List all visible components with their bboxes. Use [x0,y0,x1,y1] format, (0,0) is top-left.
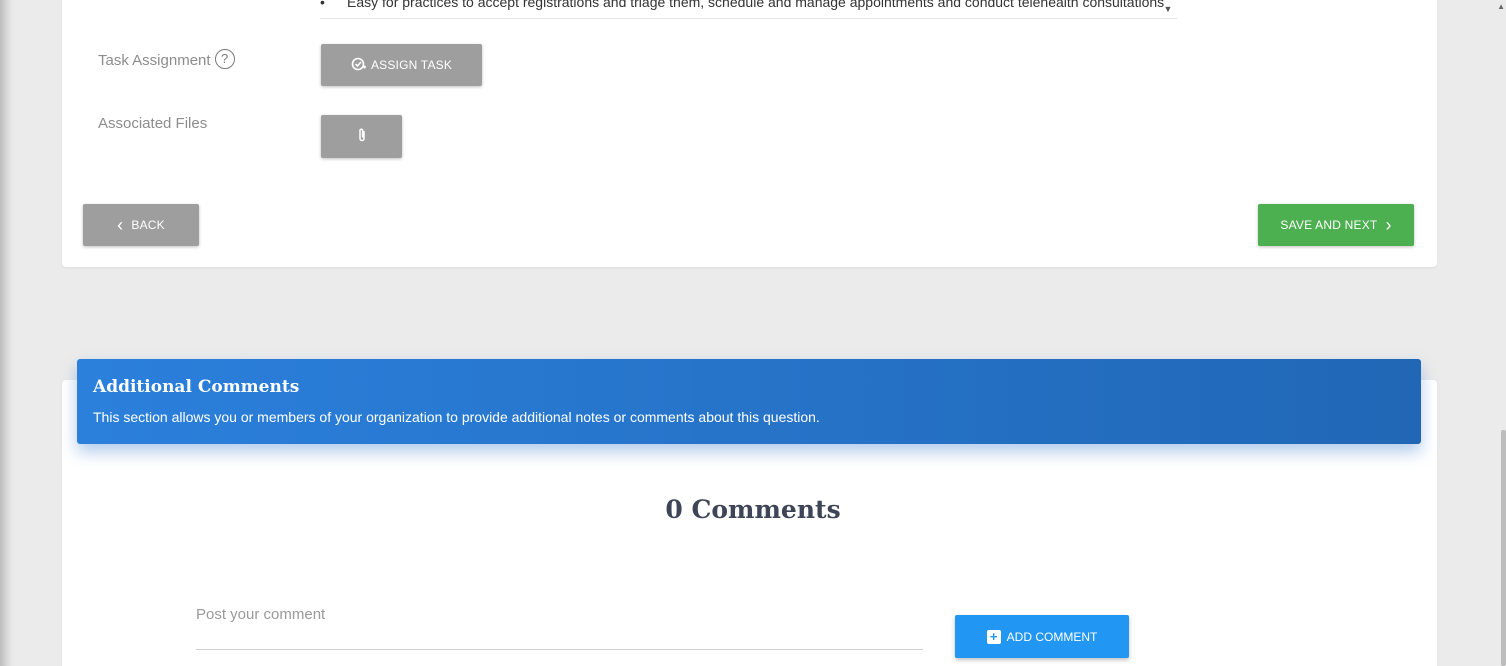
page: • Easy for practices to accept registrati… [0,0,1506,666]
save-and-next-label: SAVE AND NEXT [1280,218,1378,232]
assign-task-button[interactable]: ASSIGN TASK [321,44,482,86]
scrollbar-thumb[interactable] [1501,430,1506,666]
task-check-icon [351,57,367,74]
comments-header: Additional Comments This section allows … [77,359,1421,444]
left-edge-shadow [0,0,14,666]
caret-down-icon[interactable]: ▼ [1158,0,1178,19]
description-line: Easy for practices to accept registratio… [347,0,1165,10]
scroll-up-icon[interactable]: ▲ [1497,2,1505,11]
add-box-icon: + [986,629,1001,644]
save-and-next-button[interactable]: SAVE AND NEXT › [1258,204,1414,246]
question-card: • Easy for practices to accept registrati… [62,0,1437,267]
comments-subtitle: This section allows you or members of yo… [93,409,820,425]
task-assignment-label: Task Assignment? [98,49,235,69]
attach-file-button[interactable] [321,115,402,158]
description-text: • Easy for practices to accept registrati… [320,0,1177,10]
associated-files-label: Associated Files [98,115,208,132]
back-label: BACK [131,218,165,232]
bullet: • [320,0,325,10]
chevron-left-icon: ‹ [117,215,124,235]
back-button[interactable]: ‹ BACK [83,204,199,246]
comment-input[interactable] [196,600,923,650]
add-comment-label: ADD COMMENT [1006,629,1098,644]
task-assignment-text: Task Assignment [98,52,211,69]
paperclip-icon [357,127,367,146]
comments-title: Additional Comments [93,377,300,397]
chevron-right-icon: › [1385,215,1392,235]
assign-task-label: ASSIGN TASK [370,58,453,72]
comments-count: 0 Comments [665,495,841,524]
add-comment-button[interactable]: + ADD COMMENT [955,615,1129,658]
help-icon[interactable]: ? [214,49,235,69]
description-textbox[interactable]: • Easy for practices to accept registrati… [320,0,1177,19]
